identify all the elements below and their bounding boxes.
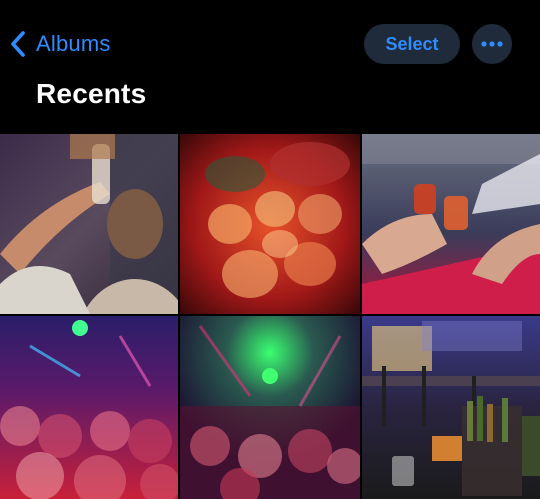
- photo-thumbnail[interactable]: [180, 316, 360, 499]
- page-title: Recents: [36, 78, 147, 109]
- photo-thumbnail[interactable]: [0, 134, 178, 314]
- photo-thumbnail[interactable]: [180, 134, 360, 314]
- navigation-bar: Albums Select Recents: [0, 0, 540, 134]
- chevron-left-icon: [11, 31, 25, 57]
- photo-thumbnail[interactable]: [362, 316, 540, 499]
- select-button[interactable]: Select: [364, 24, 460, 64]
- photo-grid: [0, 134, 540, 499]
- more-options-button[interactable]: [472, 24, 512, 64]
- back-label: Albums: [36, 31, 111, 56]
- back-button[interactable]: Albums: [8, 24, 111, 64]
- ellipsis-icon: [481, 41, 503, 47]
- photo-thumbnail[interactable]: [362, 134, 540, 314]
- photo-thumbnail[interactable]: [0, 316, 178, 499]
